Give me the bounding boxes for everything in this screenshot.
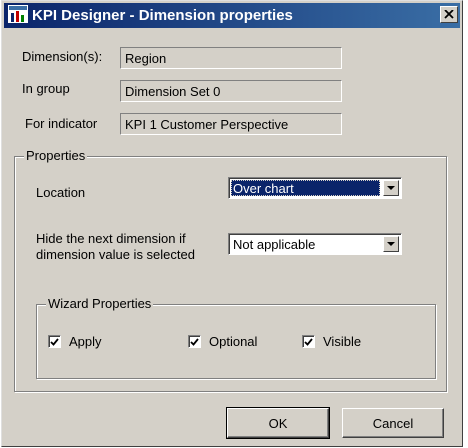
optional-checkbox-box[interactable] [188,335,201,348]
hide-dimension-dropdown-button[interactable] [383,236,399,252]
checkmark-icon [50,337,59,346]
chevron-down-icon [387,185,395,190]
ok-button[interactable]: OK [226,407,330,439]
hide-dimension-label-line1: Hide the next dimension if [36,231,186,246]
visible-checkbox-box[interactable] [302,335,315,348]
chevron-down-icon [387,241,395,246]
indicator-field: KPI 1 Customer Perspective [120,113,342,135]
title-bar[interactable]: KPI Designer - Dimension properties [4,3,460,28]
close-icon [444,10,454,19]
dimension-label: Dimension(s): [22,49,103,64]
hide-dimension-selected-value: Not applicable [233,237,316,252]
apply-checkbox-box[interactable] [48,335,61,348]
checkmark-icon [304,337,313,346]
group-field: Dimension Set 0 [120,80,342,102]
optional-checkbox[interactable]: Optional [188,334,257,349]
dimension-field: Region [120,47,342,69]
apply-checkbox[interactable]: Apply [48,334,102,349]
hide-dimension-dropdown[interactable]: Not applicable [228,233,402,255]
checkmark-icon [190,337,199,346]
properties-group-title: Properties [24,148,88,163]
close-button[interactable] [440,6,458,23]
location-label: Location [36,185,86,200]
location-dropdown[interactable]: Over chart [228,177,402,199]
window-title: KPI Designer - Dimension properties [32,7,293,24]
dialog-window: KPI Designer - Dimension properties Dime… [1,0,463,447]
kpi-designer-app-icon [4,4,32,27]
visible-checkbox[interactable]: Visible [302,334,361,349]
group-label: In group [22,81,70,96]
optional-checkbox-label: Optional [209,334,258,349]
wizard-properties-group-title: Wizard Properties [46,296,154,311]
indicator-label: For indicator [25,116,98,131]
location-selected-value: Over chart [231,180,380,196]
visible-checkbox-label: Visible [323,334,362,349]
location-dropdown-button[interactable] [383,180,399,196]
hide-dimension-label-line2: dimension value is selected [36,247,195,262]
apply-checkbox-label: Apply [69,334,102,349]
cancel-button[interactable]: Cancel [342,408,444,438]
